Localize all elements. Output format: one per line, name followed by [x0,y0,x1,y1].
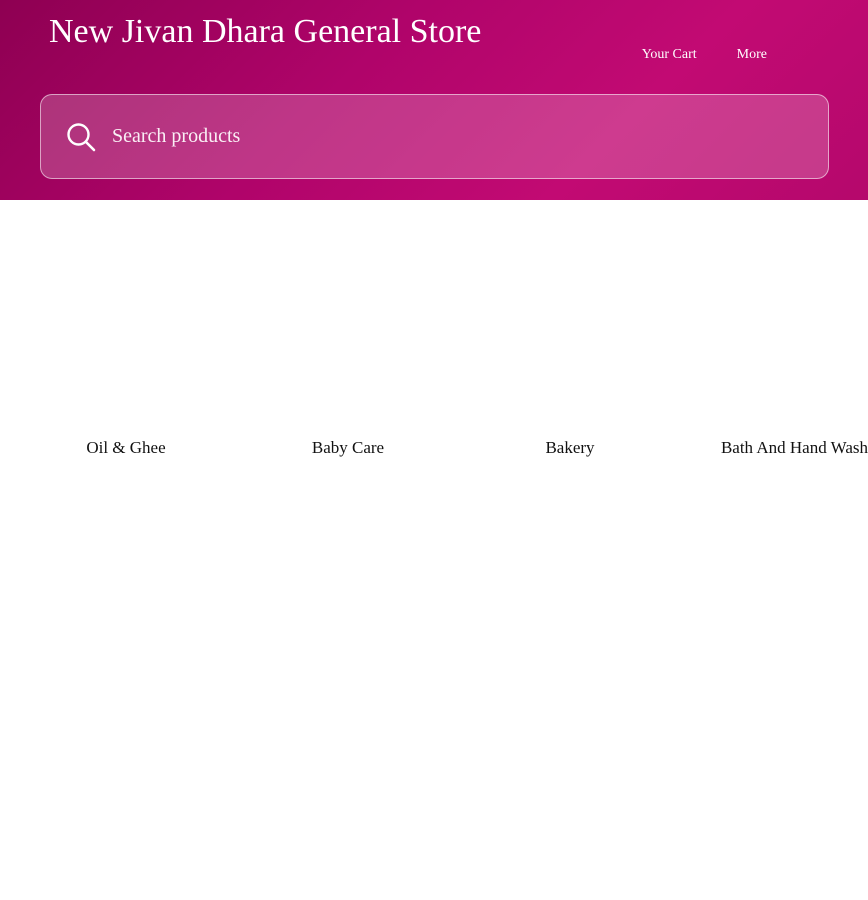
search-icon [65,121,97,153]
category-label[interactable]: Bath And Hand Wash [646,438,868,458]
top-nav: Your Cart More [642,47,767,63]
category-bath-hand-wash[interactable]: Bath And Hand Wash [646,212,868,472]
category-image[interactable] [46,222,206,422]
search-box[interactable] [40,94,829,179]
category-label[interactable]: Baby Care [237,438,459,458]
category-oil-ghee[interactable]: Oil & Ghee [15,212,237,472]
cart-link[interactable]: Your Cart [642,47,697,63]
category-grid: Oil & Ghee Baby Care Bakery Bath And Han… [0,212,868,472]
category-image[interactable] [490,222,650,422]
category-image[interactable] [268,222,428,422]
category-baby-care[interactable]: Baby Care [237,212,459,472]
category-label[interactable]: Oil & Ghee [15,438,237,458]
category-image[interactable] [677,222,837,422]
store-title: New Jivan Dhara General Store [49,13,482,50]
store-header: New Jivan Dhara General Store Your Cart … [0,0,868,200]
more-link[interactable]: More [737,47,767,63]
search-input[interactable] [112,125,762,148]
